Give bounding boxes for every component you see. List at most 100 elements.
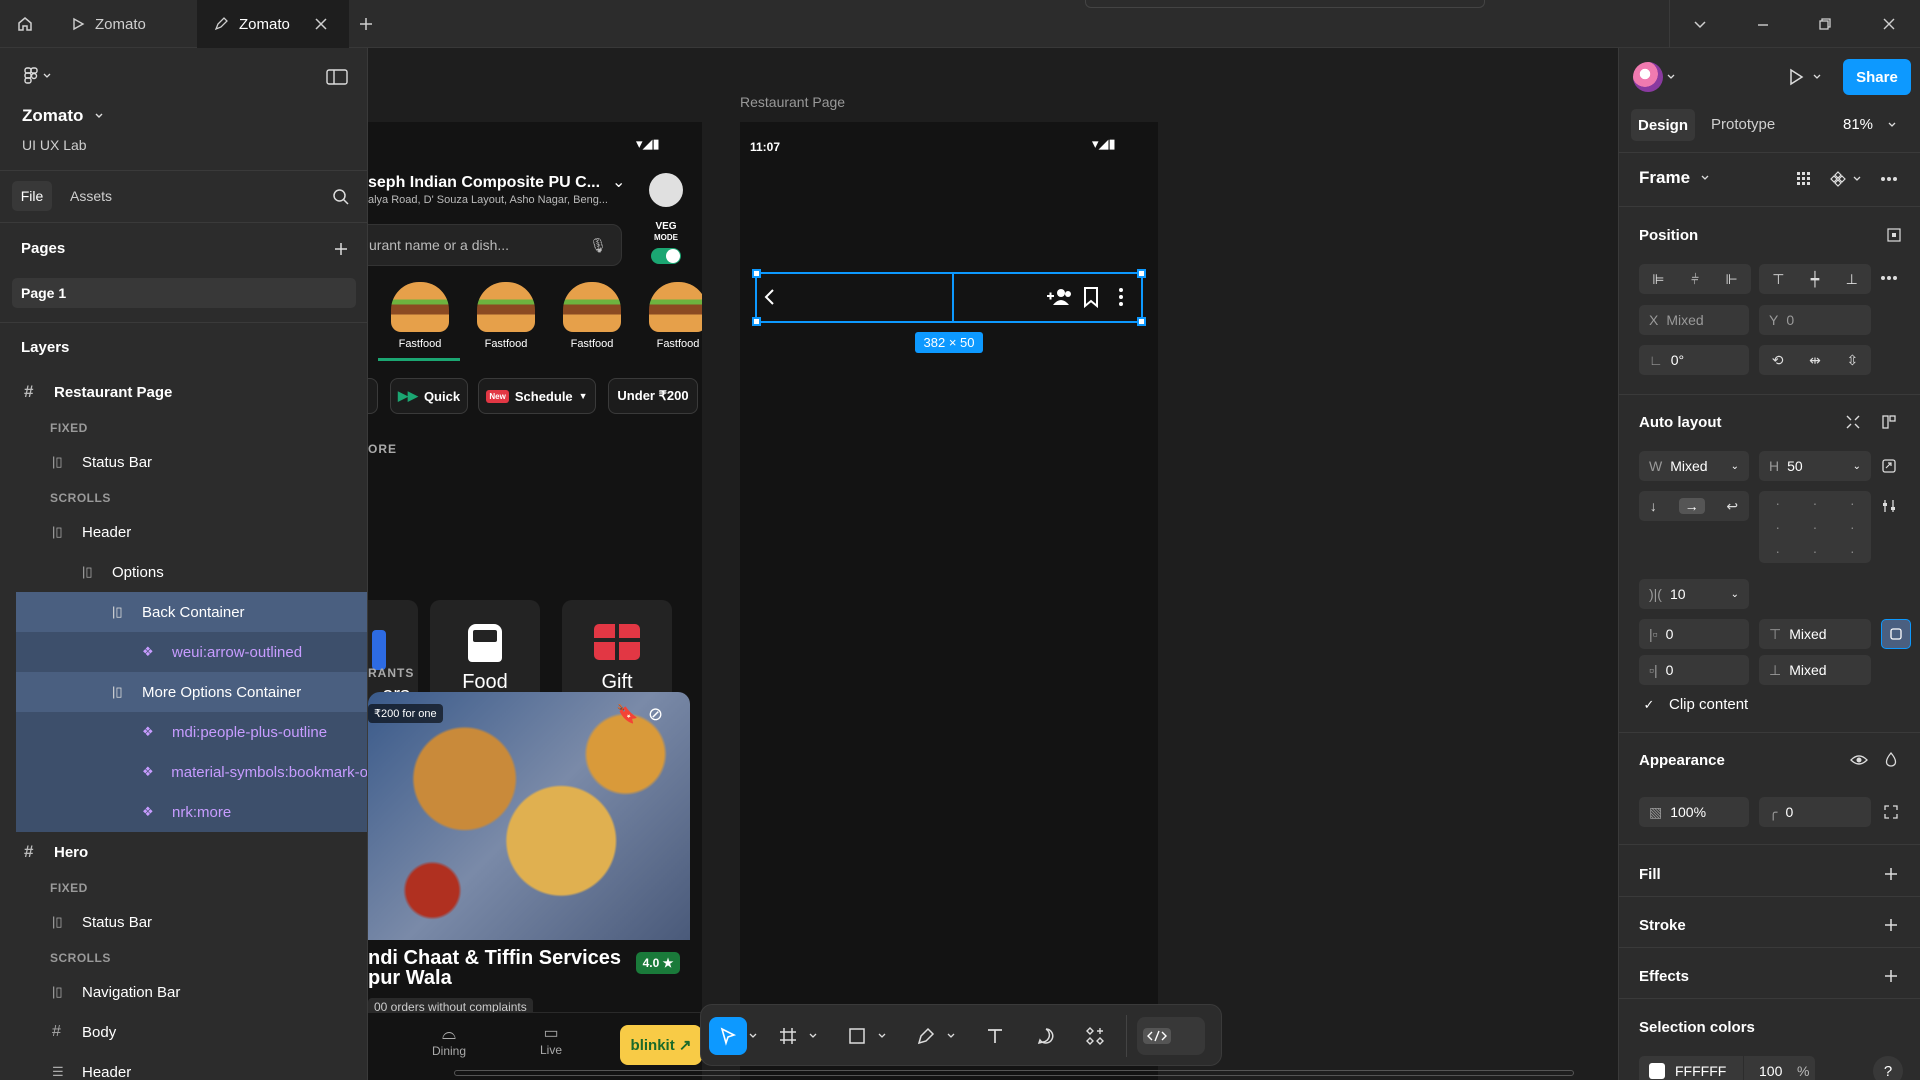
- alignment-grid[interactable]: · · · · · · · · ·: [1759, 491, 1871, 563]
- layer-back-container[interactable]: |▯ Back Container: [16, 592, 367, 632]
- text-tool-icon[interactable]: [976, 1017, 1014, 1055]
- resize-handle[interactable]: [752, 317, 761, 326]
- avatar[interactable]: [1633, 62, 1663, 92]
- avatar[interactable]: [649, 173, 683, 207]
- people-plus-icon[interactable]: [1046, 286, 1074, 308]
- expand-corners-icon[interactable]: [1879, 800, 1903, 824]
- wrap-icon[interactable]: ↩: [1726, 498, 1738, 515]
- blinkit-button[interactable]: blinkit ↗: [620, 1025, 702, 1065]
- frame-type-select[interactable]: Frame: [1639, 168, 1710, 188]
- layer-more-options-container[interactable]: |▯ More Options Container: [16, 672, 367, 712]
- chevron-down-icon[interactable]: ⌄: [612, 172, 625, 192]
- project-name[interactable]: Zomato: [22, 106, 105, 126]
- tab-design[interactable]: Design: [1631, 109, 1695, 141]
- more-horizontal-icon[interactable]: [1877, 168, 1901, 190]
- pen-tool-icon[interactable]: [907, 1017, 945, 1055]
- resize-to-fit-icon[interactable]: [1877, 454, 1901, 478]
- arrow-down-icon[interactable]: ↓: [1650, 498, 1657, 514]
- page-item-page1[interactable]: Page 1: [12, 278, 356, 308]
- constraints-icon[interactable]: [1883, 224, 1905, 246]
- bookmark-icon[interactable]: [1081, 286, 1101, 308]
- search-bar[interactable]: urant name or a dish... 🎙: [368, 224, 622, 266]
- layer-arrow-outlined[interactable]: ❖ weui:arrow-outlined: [16, 632, 367, 672]
- layer-navigation-bar[interactable]: |▯ Navigation Bar: [16, 972, 367, 1012]
- layer-options[interactable]: |▯ Options: [16, 552, 367, 592]
- sidebar-toggle-icon[interactable]: [322, 66, 352, 88]
- clip-content-checkbox[interactable]: ✓ Clip content: [1641, 696, 1749, 713]
- layer-status-bar[interactable]: |▯ Status Bar: [16, 442, 367, 482]
- new-tab-plus-icon[interactable]: [352, 10, 380, 38]
- padding-top-field[interactable]: ⊤ Mixed: [1759, 619, 1871, 649]
- width-field[interactable]: W Mixed ⌄: [1639, 451, 1749, 481]
- layer-header[interactable]: ☰ Header: [16, 1052, 367, 1080]
- bookmark-icon[interactable]: 🔖: [616, 704, 638, 725]
- hide-eye-icon[interactable]: ⊘: [648, 704, 663, 725]
- add-page-plus-icon[interactable]: [330, 238, 352, 260]
- rotate-icon[interactable]: ⟲: [1772, 352, 1784, 369]
- flip-vertical-icon[interactable]: ⇳: [1846, 352, 1858, 369]
- align-bottom-icon[interactable]: ⊥: [1846, 271, 1858, 288]
- chevron-down-icon[interactable]: [943, 1017, 959, 1055]
- restaurant-name[interactable]: ndi Chaat & Tiffin Services pur Wala: [368, 948, 621, 988]
- hero-frame[interactable]: ▾◢▮ seph Indian Composite PU C... ⌄ alya…: [368, 122, 702, 1080]
- quick-chip[interactable]: ▶▶ Quick: [390, 378, 468, 414]
- tab-assets[interactable]: Assets: [70, 188, 112, 204]
- chevron-down-icon[interactable]: [745, 1017, 761, 1055]
- move-tool-icon[interactable]: [709, 1017, 747, 1055]
- color-swatch[interactable]: [1649, 1063, 1665, 1079]
- figma-menu-icon[interactable]: [18, 64, 58, 88]
- present-play-icon[interactable]: [1783, 64, 1809, 90]
- rectangle-tool-icon[interactable]: [838, 1017, 876, 1055]
- more-vertical-icon[interactable]: [1115, 286, 1127, 308]
- corner-radius-field[interactable]: ╭ 0: [1759, 797, 1871, 827]
- padding-left-field[interactable]: |▫ 0: [1639, 619, 1749, 649]
- restaurant-page-frame[interactable]: 11:07 ▾◢▮: [740, 122, 1158, 1080]
- zoom-control[interactable]: 81%: [1843, 116, 1897, 133]
- search-icon[interactable]: [328, 184, 354, 210]
- layer-body[interactable]: # Body: [16, 1012, 367, 1052]
- selection-box[interactable]: [752, 269, 1146, 326]
- blend-mode-drop-icon[interactable]: [1879, 748, 1903, 772]
- add-fill-plus-icon[interactable]: [1879, 862, 1903, 886]
- window-close-icon[interactable]: [1874, 10, 1904, 38]
- opacity-field[interactable]: ▧ 100%: [1639, 797, 1749, 827]
- align-top-icon[interactable]: ⊤: [1772, 271, 1784, 288]
- food-item[interactable]: Fastfood: [474, 282, 538, 350]
- back-arrow-icon[interactable]: [761, 286, 781, 308]
- y-field[interactable]: Y 0: [1759, 305, 1871, 335]
- chevron-down-icon[interactable]: [1851, 172, 1863, 186]
- mic-icon[interactable]: 🎙: [589, 237, 607, 254]
- layer-hero[interactable]: # Hero: [16, 832, 367, 872]
- align-right-icon[interactable]: ⊩: [1726, 271, 1738, 288]
- dev-mode-toggle[interactable]: [1137, 1017, 1205, 1055]
- home-icon[interactable]: [10, 10, 40, 38]
- chevron-down-icon[interactable]: [1811, 70, 1823, 84]
- resize-handle[interactable]: [752, 269, 761, 278]
- layer-status-bar[interactable]: |▯ Status Bar: [16, 902, 367, 942]
- horizontal-scrollbar[interactable]: [454, 1070, 1574, 1076]
- align-center-h-icon[interactable]: ⫩: [1691, 271, 1699, 288]
- food-item[interactable]: Fastfood: [646, 282, 702, 350]
- tab-zomato-prototype[interactable]: Zomato: [55, 0, 195, 48]
- nav-live[interactable]: ▭ Live: [526, 1023, 576, 1057]
- chevron-down-icon[interactable]: [874, 1017, 890, 1055]
- grid-layout-icon[interactable]: [1793, 168, 1815, 190]
- more-horizontal-icon[interactable]: [1877, 266, 1901, 290]
- resize-handle[interactable]: [1137, 317, 1146, 326]
- add-effect-plus-icon[interactable]: [1879, 964, 1903, 988]
- collapse-icon[interactable]: [1841, 410, 1865, 434]
- rotation-field[interactable]: ∟ 0°: [1639, 345, 1749, 375]
- layer-restaurant-page[interactable]: # Restaurant Page: [16, 372, 367, 412]
- tab-file[interactable]: File: [12, 181, 52, 211]
- padding-bottom-field[interactable]: ⊥ Mixed: [1759, 655, 1871, 685]
- minimize-icon[interactable]: [1748, 10, 1778, 38]
- eye-icon[interactable]: [1847, 748, 1871, 772]
- resize-handle[interactable]: [1137, 269, 1146, 278]
- selection-color-field[interactable]: FFFFFF 100 %: [1639, 1056, 1815, 1080]
- align-left-icon[interactable]: ⊫: [1652, 271, 1664, 288]
- canvas[interactable]: ▾◢▮ seph Indian Composite PU C... ⌄ alya…: [368, 48, 1618, 1080]
- padding-right-field[interactable]: ▫| 0: [1639, 655, 1749, 685]
- actions-tool-icon[interactable]: [1076, 1017, 1114, 1055]
- restaurant-image[interactable]: ₹200 for one 🔖 ⊘: [368, 692, 690, 940]
- add-stroke-plus-icon[interactable]: [1879, 913, 1903, 937]
